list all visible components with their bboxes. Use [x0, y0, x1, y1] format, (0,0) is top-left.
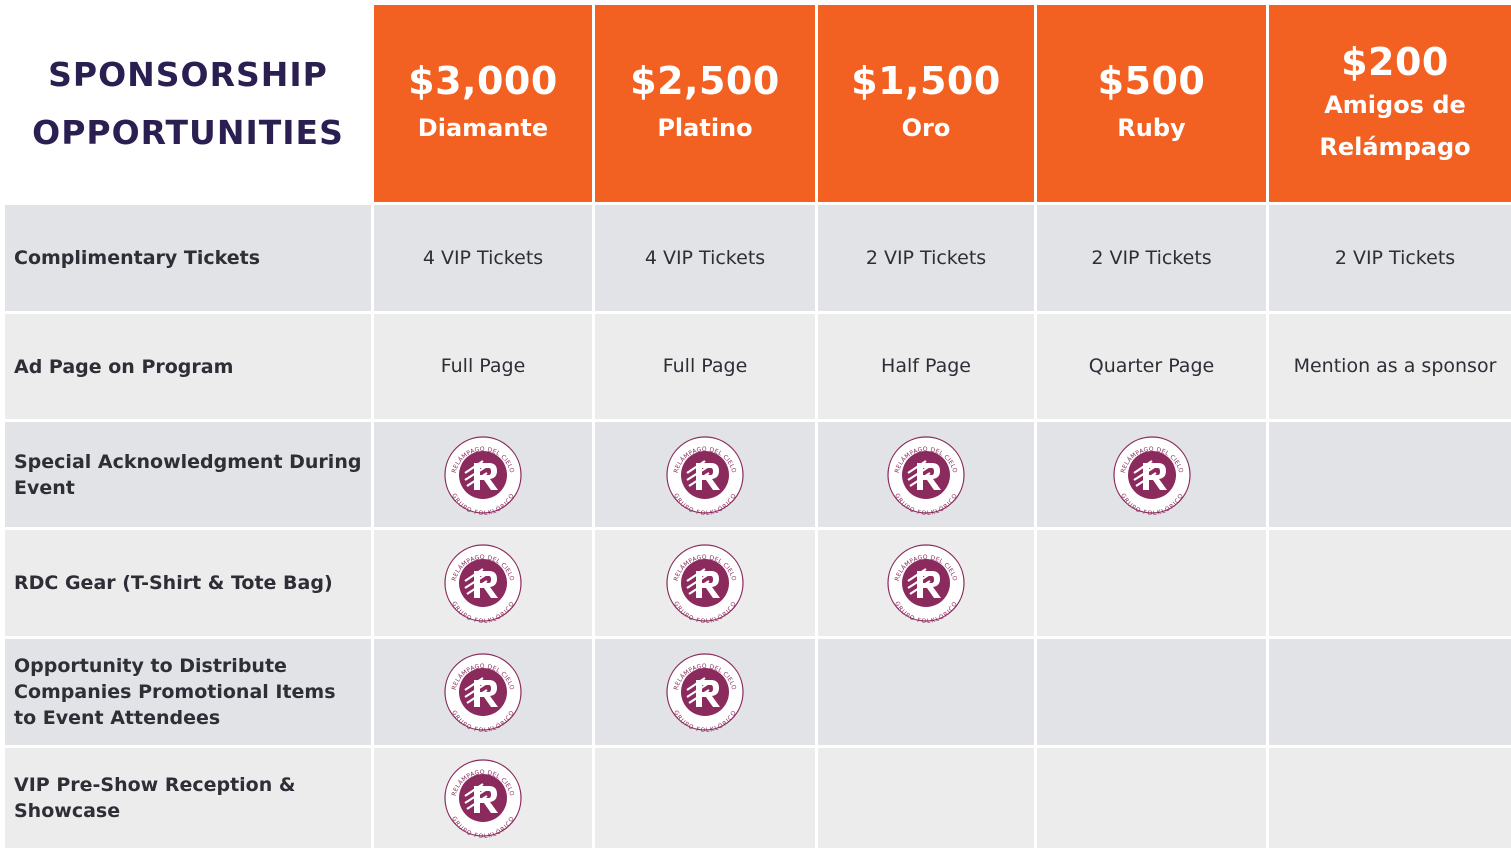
relampago-del-cielo-logo: RELÁMPAGO DEL CIELO GRUPO FOLKLÓRICO [886, 435, 966, 515]
relampago-del-cielo-logo: RELÁMPAGO DEL CIELO GRUPO FOLKLÓRICO [665, 652, 745, 732]
row-label-vip-pre-show-reception: VIP Pre-Show Reception & Showcase [5, 748, 371, 848]
relampago-del-cielo-logo: RELÁMPAGO DEL CIELO GRUPO FOLKLÓRICO [1112, 435, 1192, 515]
relampago-del-cielo-logo: RELÁMPAGO DEL CIELO GRUPO FOLKLÓRICO [665, 435, 745, 515]
table-cell: RELÁMPAGO DEL CIELO GRUPO FOLKLÓRICO [818, 422, 1034, 527]
table-cell [818, 639, 1034, 745]
tier-price: $1,500 [851, 58, 1001, 103]
relampago-del-cielo-logo: RELÁMPAGO DEL CIELO GRUPO FOLKLÓRICO [665, 543, 745, 623]
table-cell: RELÁMPAGO DEL CIELO GRUPO FOLKLÓRICO [818, 530, 1034, 636]
table-cell: 2 VIP Tickets [1269, 205, 1511, 311]
table-cell: Half Page [818, 314, 1034, 419]
table-title: SPONSORSHIP OPPORTUNITIES [5, 5, 371, 202]
table-cell: Quarter Page [1037, 314, 1266, 419]
table-cell: RELÁMPAGO DEL CIELO GRUPO FOLKLÓRICO [374, 422, 592, 527]
tier-price: $2,500 [630, 58, 780, 103]
table-cell: 2 VIP Tickets [818, 205, 1034, 311]
tier-header-ruby: $500 Ruby [1037, 5, 1266, 202]
table-cell [1269, 530, 1511, 636]
tier-price: $500 [1097, 58, 1206, 103]
relampago-del-cielo-logo: RELÁMPAGO DEL CIELO GRUPO FOLKLÓRICO [443, 758, 523, 838]
relampago-del-cielo-logo: RELÁMPAGO DEL CIELO GRUPO FOLKLÓRICO [443, 543, 523, 623]
table-cell: RELÁMPAGO DEL CIELO GRUPO FOLKLÓRICO [374, 530, 592, 636]
tier-header-oro: $1,500 Oro [818, 5, 1034, 202]
tier-name: Oro [901, 113, 951, 142]
table-cell: RELÁMPAGO DEL CIELO GRUPO FOLKLÓRICO [595, 530, 815, 636]
table-cell: 2 VIP Tickets [1037, 205, 1266, 311]
table-cell: RELÁMPAGO DEL CIELO GRUPO FOLKLÓRICO [595, 639, 815, 745]
table-cell [1037, 530, 1266, 636]
table-cell: RELÁMPAGO DEL CIELO GRUPO FOLKLÓRICO [1037, 422, 1266, 527]
row-label-complimentary-tickets: Complimentary Tickets [5, 205, 371, 311]
row-label-distribute-promotional-items: Opportunity to Distribute Companies Prom… [5, 639, 371, 745]
table-cell: RELÁMPAGO DEL CIELO GRUPO FOLKLÓRICO [595, 422, 815, 527]
tier-name: Amigos de Relámpago [1319, 90, 1471, 161]
table-cell: RELÁMPAGO DEL CIELO GRUPO FOLKLÓRICO [374, 639, 592, 745]
relampago-del-cielo-logo: RELÁMPAGO DEL CIELO GRUPO FOLKLÓRICO [443, 435, 523, 515]
table-cell [1269, 748, 1511, 848]
table-cell: Full Page [595, 314, 815, 419]
table-cell [1037, 748, 1266, 848]
tier-price: $3,000 [408, 58, 558, 103]
table-cell [595, 748, 815, 848]
table-cell: 4 VIP Tickets [374, 205, 592, 311]
table-cell [1269, 422, 1511, 527]
tier-header-diamante: $3,000 Diamante [374, 5, 592, 202]
table-cell [818, 748, 1034, 848]
table-cell: Mention as a sponsor [1269, 314, 1511, 419]
tier-name: Platino [657, 113, 753, 142]
tier-name: Diamante [417, 113, 549, 142]
tier-header-amigos: $200 Amigos de Relámpago [1269, 5, 1511, 202]
sponsorship-table: SPONSORSHIP OPPORTUNITIES $3,000 Diamant… [0, 0, 1511, 848]
table-cell [1269, 639, 1511, 745]
relampago-del-cielo-logo: RELÁMPAGO DEL CIELO GRUPO FOLKLÓRICO [443, 652, 523, 732]
row-label-rdc-gear: RDC Gear (T-Shirt & Tote Bag) [5, 530, 371, 636]
tier-price: $200 [1341, 39, 1449, 84]
relampago-del-cielo-logo: RELÁMPAGO DEL CIELO GRUPO FOLKLÓRICO [886, 543, 966, 623]
row-label-ad-page: Ad Page on Program [5, 314, 371, 419]
tier-header-platino: $2,500 Platino [595, 5, 815, 202]
title-line-2: OPPORTUNITIES [32, 112, 344, 152]
table-cell [1037, 639, 1266, 745]
table-cell: Full Page [374, 314, 592, 419]
table-cell: 4 VIP Tickets [595, 205, 815, 311]
title-line-1: SPONSORSHIP [48, 54, 328, 94]
table-cell: RELÁMPAGO DEL CIELO GRUPO FOLKLÓRICO [374, 748, 592, 848]
tier-name: Ruby [1117, 113, 1186, 142]
row-label-special-acknowledgment: Special Acknowledgment During Event [5, 422, 371, 527]
